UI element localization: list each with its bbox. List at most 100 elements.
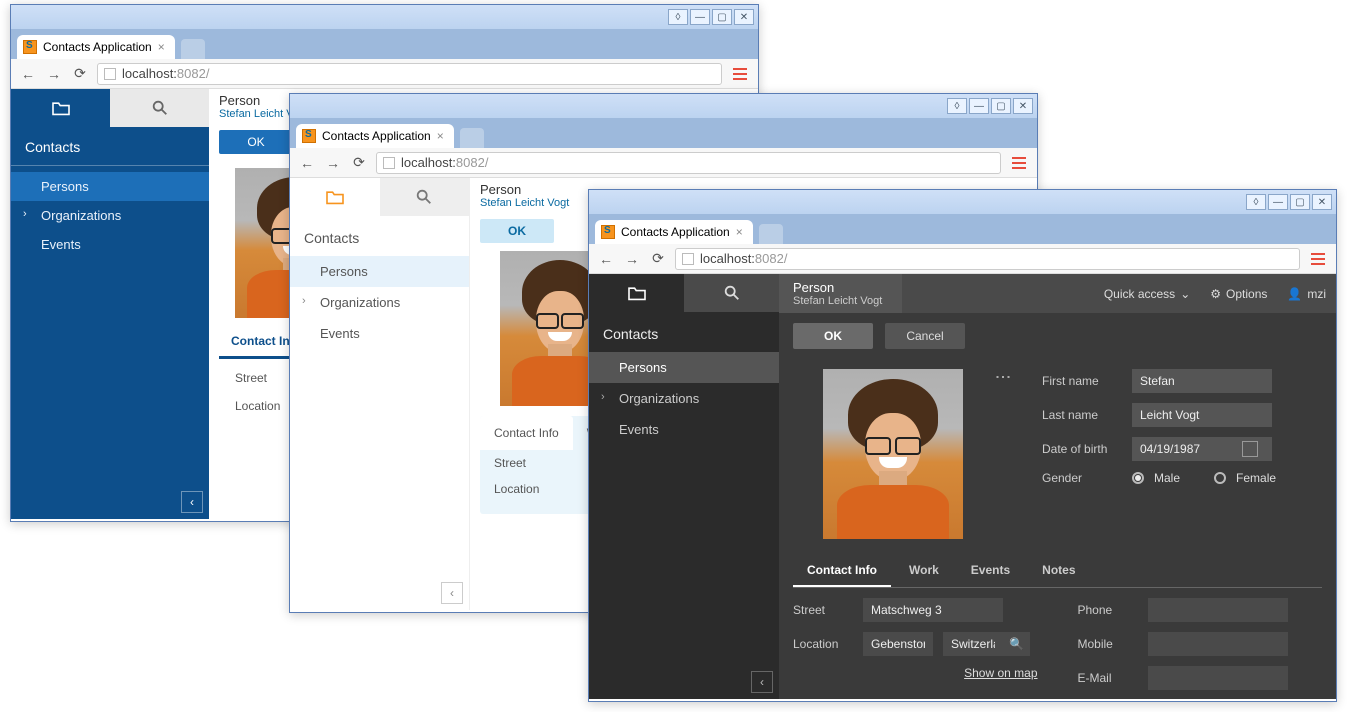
gender-male-label: Male xyxy=(1154,471,1180,485)
window-minimize-button[interactable]: — xyxy=(690,9,710,25)
cancel-button[interactable]: Cancel xyxy=(885,323,965,349)
country-lookup[interactable]: 🔍 xyxy=(943,632,1030,656)
country-field[interactable] xyxy=(943,632,1003,656)
dob-field[interactable] xyxy=(1132,437,1272,461)
back-icon[interactable]: ← xyxy=(298,154,316,172)
first-name-label: First name xyxy=(1042,374,1122,388)
page-title: Person xyxy=(480,182,569,197)
sidebar-item-events[interactable]: Events xyxy=(290,318,469,349)
ok-button[interactable]: OK xyxy=(793,323,873,349)
outline-view-button[interactable] xyxy=(11,89,110,127)
more-menu-icon[interactable]: ⋮ xyxy=(993,369,1012,539)
url-port: 8082/ xyxy=(177,66,210,81)
first-name-field[interactable] xyxy=(1132,369,1272,393)
close-tab-icon[interactable]: × xyxy=(437,129,444,143)
window-user-icon[interactable]: ◊ xyxy=(1246,194,1266,210)
mobile-field[interactable] xyxy=(1148,632,1288,656)
tab-contact-info[interactable]: Contact Info xyxy=(793,555,891,587)
window-minimize-button[interactable]: — xyxy=(1268,194,1288,210)
chevron-right-icon: › xyxy=(601,391,605,403)
browser-tab[interactable]: Contacts Application × xyxy=(17,35,175,59)
reload-icon[interactable]: ⟳ xyxy=(350,154,368,172)
reload-icon[interactable]: ⟳ xyxy=(649,250,667,268)
window-maximize-button[interactable]: ▢ xyxy=(712,9,732,25)
phone-field[interactable] xyxy=(1148,598,1288,622)
search-view-button[interactable] xyxy=(380,178,470,216)
close-tab-icon[interactable]: × xyxy=(158,40,165,54)
page-subtitle: Stefan Leicht Vogt xyxy=(793,295,882,307)
sidebar-item-persons[interactable]: Persons xyxy=(11,172,209,201)
sidebar-item-organizations[interactable]: ›Organizations xyxy=(290,287,469,318)
new-tab-button[interactable] xyxy=(759,224,783,244)
os-titlebar: ◊ — ▢ ✕ xyxy=(290,94,1037,118)
tab-events[interactable]: Events xyxy=(957,555,1024,587)
gender-female-radio[interactable] xyxy=(1214,472,1226,484)
tab-contact-info[interactable]: Contact Info xyxy=(480,416,573,450)
url-input[interactable]: localhost:8082/ xyxy=(97,63,722,85)
window-user-icon[interactable]: ◊ xyxy=(668,9,688,25)
app-favicon-icon xyxy=(302,129,316,143)
search-icon[interactable]: 🔍 xyxy=(1003,637,1030,651)
search-view-button[interactable] xyxy=(110,89,209,127)
last-name-field[interactable] xyxy=(1132,403,1272,427)
sidebar-item-organizations[interactable]: ›Organizations xyxy=(589,383,779,414)
user-menu[interactable]: 👤mzi xyxy=(1277,287,1336,301)
reload-icon[interactable]: ⟳ xyxy=(71,65,89,83)
back-icon[interactable]: ← xyxy=(19,65,37,83)
browser-tabstrip: Contacts Application × xyxy=(11,29,758,59)
tab-notes[interactable]: Notes xyxy=(1028,555,1089,587)
sidebar-heading: Contacts xyxy=(589,312,779,352)
sidebar-item-persons[interactable]: Persons xyxy=(290,256,469,287)
mobile-label: Mobile xyxy=(1078,637,1138,651)
window-user-icon[interactable]: ◊ xyxy=(947,98,967,114)
window-maximize-button[interactable]: ▢ xyxy=(1290,194,1310,210)
sidebar-item-events[interactable]: Events xyxy=(589,414,779,445)
page-title: Person xyxy=(793,280,882,295)
page-icon xyxy=(104,68,116,80)
outline-view-button[interactable] xyxy=(589,274,684,312)
url-input[interactable]: localhost:8082/ xyxy=(675,248,1300,270)
ok-button[interactable]: OK xyxy=(219,130,293,154)
close-tab-icon[interactable]: × xyxy=(736,225,743,239)
window-close-button[interactable]: ✕ xyxy=(734,9,754,25)
forward-icon[interactable]: → xyxy=(324,154,342,172)
outline-view-button[interactable] xyxy=(290,178,380,216)
sidebar-item-organizations[interactable]: ›Organizations xyxy=(11,201,209,230)
gender-male-radio[interactable] xyxy=(1132,472,1144,484)
quick-access-menu[interactable]: Quick access⌄ xyxy=(1094,287,1200,301)
sidebar-item-events[interactable]: Events xyxy=(11,230,209,259)
page-icon xyxy=(682,253,694,265)
browser-tab[interactable]: Contacts Application × xyxy=(595,220,753,244)
window-minimize-button[interactable]: — xyxy=(969,98,989,114)
sidebar-item-persons[interactable]: Persons xyxy=(589,352,779,383)
window-close-button[interactable]: ✕ xyxy=(1312,194,1332,210)
last-name-label: Last name xyxy=(1042,408,1122,422)
options-menu[interactable]: ⚙Options xyxy=(1200,287,1277,301)
forward-icon[interactable]: → xyxy=(45,65,63,83)
browser-menu-icon[interactable] xyxy=(1308,249,1328,269)
browser-menu-icon[interactable] xyxy=(1009,153,1029,173)
calendar-icon[interactable] xyxy=(1242,441,1258,457)
window-close-button[interactable]: ✕ xyxy=(1013,98,1033,114)
window-maximize-button[interactable]: ▢ xyxy=(991,98,1011,114)
back-icon[interactable]: ← xyxy=(597,250,615,268)
street-field[interactable] xyxy=(863,598,1003,622)
app-favicon-icon xyxy=(23,40,37,54)
new-tab-button[interactable] xyxy=(460,128,484,148)
search-view-button[interactable] xyxy=(684,274,779,312)
browser-tab[interactable]: Contacts Application × xyxy=(296,124,454,148)
new-tab-button[interactable] xyxy=(181,39,205,59)
url-port: 8082/ xyxy=(755,251,788,266)
collapse-sidebar-button[interactable]: ‹ xyxy=(441,582,463,604)
email-field[interactable] xyxy=(1148,666,1288,690)
city-field[interactable] xyxy=(863,632,933,656)
browser-menu-icon[interactable] xyxy=(730,64,750,84)
show-on-map-link[interactable]: Show on map xyxy=(964,666,1037,680)
forward-icon[interactable]: → xyxy=(623,250,641,268)
collapse-sidebar-button[interactable]: ‹ xyxy=(181,491,203,513)
collapse-sidebar-button[interactable]: ‹ xyxy=(751,671,773,693)
ok-button[interactable]: OK xyxy=(480,219,554,243)
tab-work[interactable]: Work xyxy=(895,555,953,587)
sidebar: Contacts Persons ›Organizations Events ‹ xyxy=(589,274,779,699)
url-input[interactable]: localhost:8082/ xyxy=(376,152,1001,174)
